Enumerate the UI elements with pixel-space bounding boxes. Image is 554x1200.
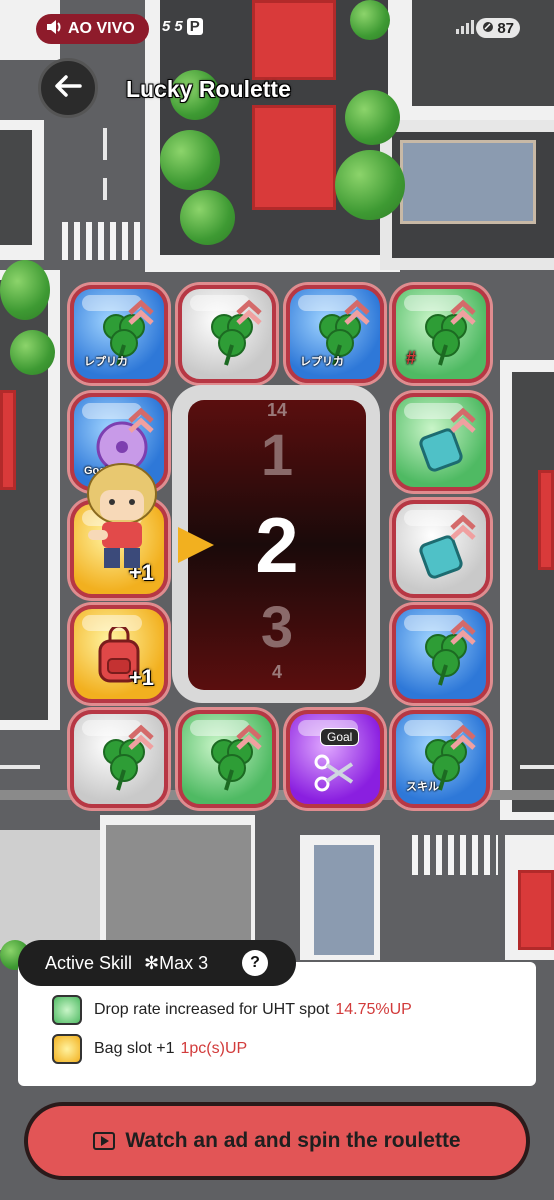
app-icon-2: 5 [174,18,183,35]
watch-ad-spin-button[interactable]: Watch an ad and spin the roulette [24,1102,530,1180]
board-tile-2 [178,285,276,383]
chevron-up-icon [450,514,476,544]
arrow-left-icon [54,74,82,103]
chevron-up-icon [450,619,476,649]
plus-one-label: +1 [128,665,154,690]
active-skill-title: Active Skill [45,952,133,973]
battery-saver-icon [482,20,494,37]
clover-icon [52,995,82,1025]
page-title: Lucky Roulette [126,76,291,102]
board-tile-1: レプリカ [70,285,168,383]
active-skill-max: ✻Max 3 [144,952,209,973]
skill-item: Bag slot +1 1pc(s)UP [52,1034,247,1064]
board-tile-10: スキル [392,710,490,808]
board-tile-7 [392,605,490,703]
chevron-up-icon [236,299,262,329]
pointer-arrow-icon [178,527,214,563]
chevron-up-icon [344,299,370,329]
chevron-up-icon [450,407,476,437]
board-tile-5 [392,393,490,491]
chevron-up-icon [128,407,154,437]
tile-label-replica: レプリカ [84,356,128,368]
help-button[interactable]: ? [242,950,268,976]
chevron-up-icon [450,724,476,754]
watch-ad-label: Watch an ad and spin the roulette [125,1129,461,1152]
live-badge[interactable]: AO VIVO [36,14,149,44]
skill-item-value: 14.75%UP [335,1001,412,1018]
signal-icon [456,20,474,34]
roulette-number-next2: 4 [271,662,282,682]
chevron-up-icon [236,724,262,754]
skill-item-text: Bag slot +1 [94,1040,175,1057]
back-button[interactable] [38,58,98,118]
roulette-current-number: 2 [255,501,299,589]
speaker-icon [46,19,62,39]
skill-item-value: 1pc(s)UP [180,1040,248,1057]
roulette-display: 14 1 2 3 4 [188,400,366,690]
hashtag-icon: # [406,348,417,368]
skill-item-text: Drop rate increased for UHT spot [94,1001,330,1018]
board-tile-8 [70,710,168,808]
board-tile-9 [178,710,276,808]
play-video-icon [93,1132,116,1150]
chevron-up-icon [128,299,154,329]
board-tile-4: # [392,285,490,383]
scissors-icon [314,754,354,792]
board-tile-3: レプリカ [286,285,384,383]
roulette-number-next: 3 [260,595,294,660]
app-icon-3: P [186,18,203,35]
goal-badge: Goal [320,728,360,746]
skill-item: Drop rate increased for UHT spot 14.75%U… [52,995,412,1025]
battery-level: 87 [497,19,514,37]
roulette-number-prev2: 14 [266,400,288,420]
app-icon-1: 5 [162,18,171,35]
tile-label-replica: レプリカ [300,356,344,368]
board-tile-backpack: +1 [70,605,168,703]
tile-label-skill: スキル [406,781,439,793]
battery-indicator: 87 [476,18,520,38]
status-bar: AO VIVO 5 5 P 87 [0,0,554,60]
player-character [87,463,157,568]
roulette-number-prev: 1 [260,423,294,488]
notification-icons: 5 5 P [162,18,203,35]
board-tile-goal: Goal [286,710,384,808]
chevron-up-icon [450,299,476,329]
board-tile-6 [392,500,490,598]
backpack-icon [52,1034,82,1064]
live-label: AO VIVO [68,20,135,37]
chevron-up-icon [128,724,154,754]
